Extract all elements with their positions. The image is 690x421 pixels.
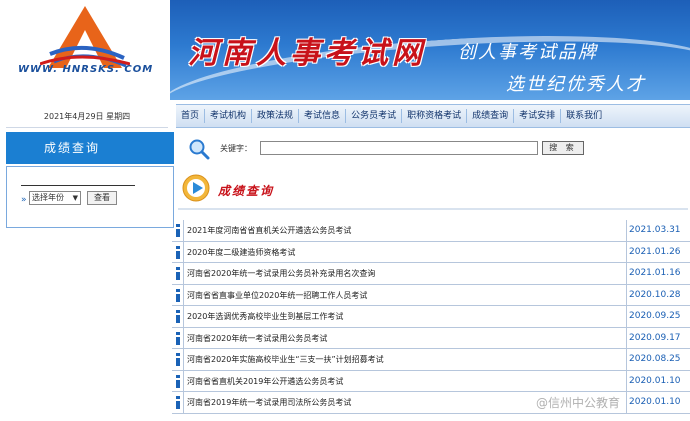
nav-item[interactable]: 联系我们: [561, 109, 607, 123]
info-icon: [176, 374, 180, 388]
list-item-title[interactable]: 河南省2020年统一考试录用公务员考试: [187, 328, 327, 349]
row-divider: [183, 241, 184, 263]
list-item[interactable]: 2020年选调优秀高校毕业生到基层工作考试 2020.09.25: [172, 306, 690, 328]
row-divider: [183, 263, 184, 284]
list-item-date: 2020.01.10: [626, 370, 690, 392]
section-play-icon: [182, 174, 210, 202]
list-item-title[interactable]: 河南省2020年统一考试录用公务员补充录用名次查询: [187, 263, 375, 284]
row-divider: [183, 284, 184, 306]
panel-divider: [21, 185, 135, 186]
chevron-right-icon: »: [21, 195, 27, 205]
header-banner: WWW. HNRSKS. COM 河南人事考试网 创人事考试品牌 选世纪优秀人才: [0, 0, 690, 100]
info-icon: [176, 331, 180, 345]
info-icon: [176, 224, 180, 237]
list-item[interactable]: 河南省2020年统一考试录用公务员补充录用名次查询 2021.01.16: [172, 263, 690, 285]
info-icon: [176, 396, 180, 409]
row-divider: [183, 349, 184, 370]
year-select[interactable]: 选择年份 ▼: [29, 191, 81, 205]
search-input[interactable]: [260, 141, 538, 155]
nav-item[interactable]: 考试安排: [514, 109, 562, 123]
nav-item[interactable]: 政策法规: [252, 109, 300, 123]
list-item-date: 2020.09.25: [626, 306, 690, 327]
list-item[interactable]: 2020年度二级建造师资格考试 2021.01.26: [172, 241, 690, 263]
caret-down-icon: ▼: [72, 194, 78, 202]
row-divider: [183, 370, 184, 392]
info-icon: [176, 310, 180, 323]
info-icon: [176, 267, 180, 280]
list-item-title[interactable]: 河南省省直事业单位2020年统一招聘工作人员考试: [187, 285, 367, 306]
sidebar-heading: 成绩查询: [6, 132, 174, 164]
list-item-date: 2021.01.26: [626, 241, 690, 263]
section-title: 成绩查询: [218, 184, 275, 198]
nav-item[interactable]: 公务员考试: [346, 109, 403, 123]
row-divider: [183, 306, 184, 327]
search-bar: 关键字： 搜 索: [172, 134, 690, 162]
list-item-title[interactable]: 河南省2020年实施高校毕业生“三支一扶”计划招募考试: [187, 349, 384, 370]
list-item-date: 2021.01.16: [626, 263, 690, 284]
sidebar: 2021年4月29日 星期四 成绩查询 » 选择年份 ▼ 查看: [0, 100, 174, 421]
row-divider: [183, 220, 184, 241]
logo-url-text: WWW. HNRSKS. COM: [18, 64, 154, 75]
current-date: 2021年4月29日 星期四: [6, 106, 168, 128]
list-item-date: 2020.01.10: [626, 392, 690, 413]
nav-item[interactable]: 考试机构: [205, 109, 253, 123]
list-item[interactable]: 河南省2020年统一考试录用公务员考试 2020.09.17: [172, 327, 690, 349]
nav-bar: 首页 考试机构 政策法规 考试信息 公务员考试 职称资格考试 成绩查询 考试安排 联系我们: [176, 104, 690, 128]
watermark: @信州中公教育: [536, 396, 621, 410]
main-content: 成绩查询 2021年度河南省省直机关公开遴选公务员考试 2021.03.31 202…: [172, 164, 690, 421]
list-item-title[interactable]: 2020年度二级建造师资格考试: [187, 242, 295, 263]
site-title: 河南人事考试网: [188, 36, 426, 71]
list-item-title[interactable]: 河南省省直机关2019年公开遴选公务员考试: [187, 371, 343, 392]
info-icon: [176, 353, 180, 366]
row-divider: [183, 392, 184, 413]
list-item-title[interactable]: 2021年度河南省省直机关公开遴选公务员考试: [187, 220, 351, 241]
list-item[interactable]: 河南省省直事业单位2020年统一招聘工作人员考试 2020.10.28: [172, 284, 690, 306]
nav-item[interactable]: 职称资格考试: [402, 109, 468, 123]
list-item-date: 2020.08.25: [626, 349, 690, 370]
score-list: 2021年度河南省省直机关公开遴选公务员考试 2021.03.31 2020年度二级…: [172, 220, 690, 414]
info-icon: [176, 245, 180, 259]
search-label: 关键字：: [220, 144, 252, 153]
slogan-line-1: 创人事考试品牌: [458, 42, 598, 63]
list-item[interactable]: 河南省2020年实施高校毕业生“三支一扶”计划招募考试 2020.08.25: [172, 349, 690, 371]
main-nav: 首页 考试机构 政策法规 考试信息 公务员考试 职称资格考试 成绩查询 考试安排 联系我们: [172, 100, 690, 130]
section-header: 成绩查询: [178, 170, 688, 210]
list-item-title[interactable]: 河南省2019年统一考试录用司法所公务员考试: [187, 392, 351, 413]
list-item[interactable]: 河南省省直机关2019年公开遴选公务员考试 2020.01.10: [172, 370, 690, 392]
nav-item[interactable]: 成绩查询: [467, 109, 515, 123]
score-query-panel: » 选择年份 ▼ 查看: [6, 166, 174, 228]
info-icon: [176, 288, 180, 302]
list-item-date: 2021.03.31: [626, 220, 690, 241]
search-icon: [189, 139, 210, 160]
view-button[interactable]: 查看: [87, 191, 117, 205]
row-divider: [183, 327, 184, 349]
nav-item[interactable]: 考试信息: [299, 109, 347, 123]
list-item-date: 2020.09.17: [626, 327, 690, 349]
logo[interactable]: WWW. HNRSKS. COM: [0, 0, 170, 100]
list-item-title[interactable]: 2020年选调优秀高校毕业生到基层工作考试: [187, 306, 343, 327]
nav-item[interactable]: 首页: [176, 109, 206, 123]
slogan-line-2: 选世纪优秀人才: [506, 74, 646, 95]
search-button[interactable]: 搜 索: [542, 141, 584, 155]
list-item-date: 2020.10.28: [626, 284, 690, 306]
list-item[interactable]: 2021年度河南省省直机关公开遴选公务员考试 2021.03.31: [172, 220, 690, 242]
year-select-value: 选择年份: [32, 193, 64, 202]
